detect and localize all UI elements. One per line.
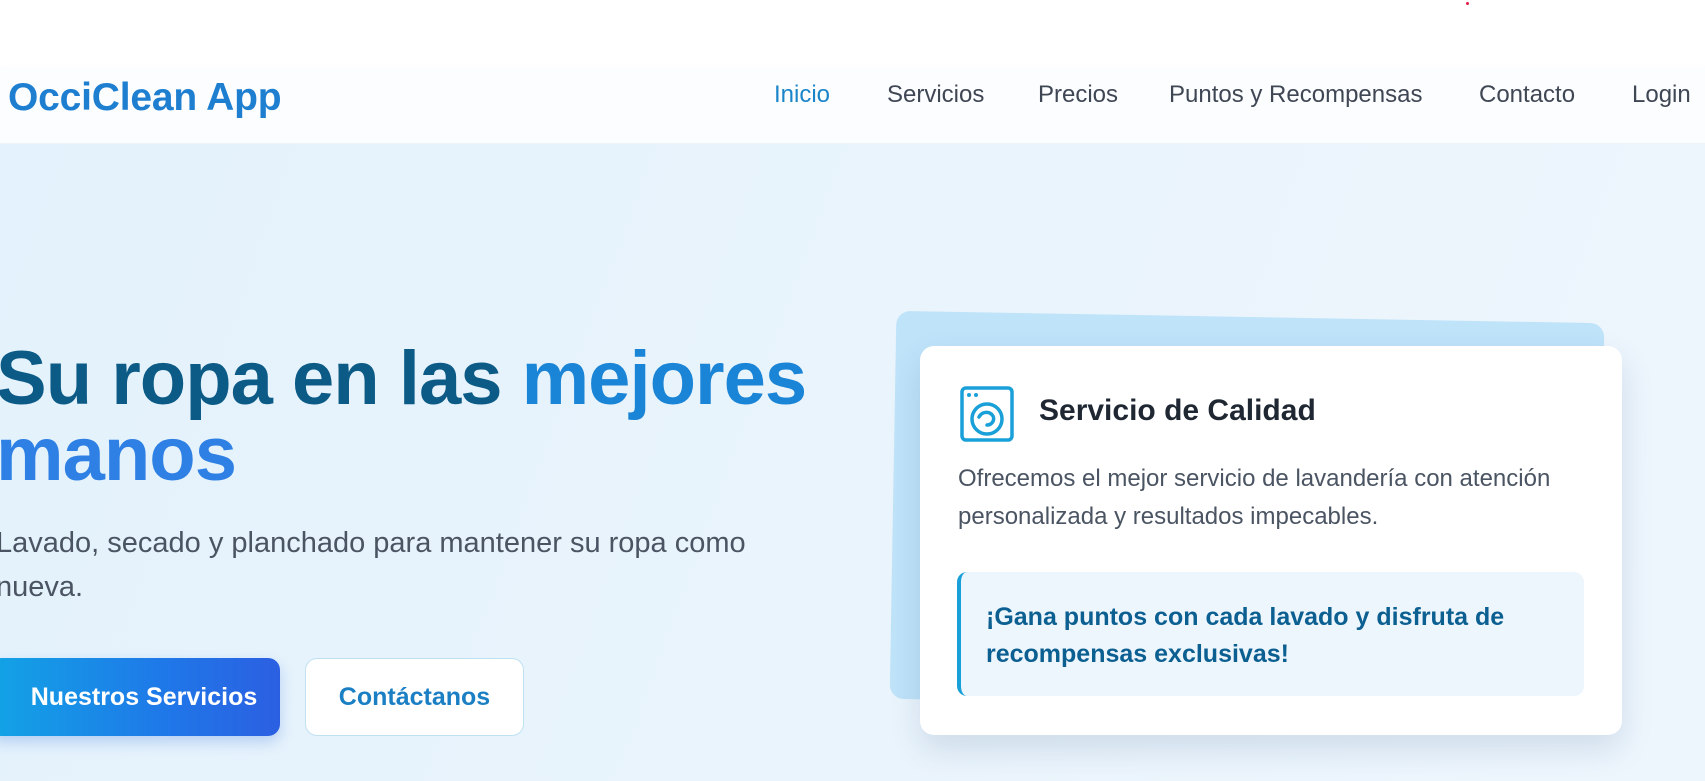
nav-item-inicio[interactable]: Inicio — [774, 81, 830, 109]
card-title: Servicio de Calidad — [1039, 394, 1316, 427]
contact-button[interactable]: Contáctanos — [305, 658, 524, 736]
rewards-callout: ¡Gana puntos con cada lavado y disfruta … — [957, 572, 1584, 696]
hero-subtitle: Lavado, secado y planchado para mantener… — [0, 527, 746, 603]
quality-service-card: Servicio de Calidad Ofrecemos el mejor s… — [920, 346, 1622, 735]
indicator-dot — [1466, 2, 1469, 5]
nav-item-puntos-recompensas[interactable]: Puntos y Recompensas — [1169, 81, 1422, 109]
top-strip — [0, 0, 1705, 66]
brand-logo[interactable]: OcciClean App — [8, 76, 282, 120]
nav-item-servicios[interactable]: Servicios — [887, 81, 984, 109]
washing-machine-icon — [960, 386, 1014, 442]
navbar: OcciClean App Inicio Servicios Precios P… — [0, 66, 1705, 144]
card-description: Ofrecemos el mejor servicio de lavanderí… — [958, 465, 1551, 530]
nav-item-contacto[interactable]: Contacto — [1479, 81, 1575, 109]
hero-title: Su ropa en las mejores manos — [0, 341, 807, 493]
nav-item-login[interactable]: Login — [1632, 81, 1691, 109]
nav-item-precios[interactable]: Precios — [1038, 81, 1118, 109]
hero-title-accent: mejores — [521, 336, 807, 421]
hero-title-part1: Su ropa en las — [0, 336, 522, 421]
services-button[interactable]: Nuestros Servicios — [0, 658, 280, 736]
hero-title-line2: manos — [0, 412, 237, 497]
hero-section: Su ropa en las mejores manos Lavado, seca… — [0, 144, 1705, 781]
